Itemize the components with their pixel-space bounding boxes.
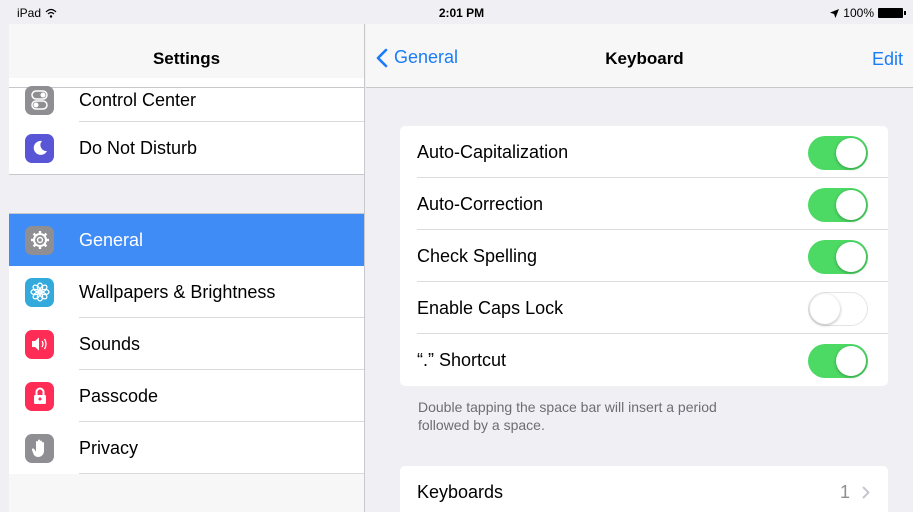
keyboards-count: 1: [839, 481, 850, 502]
toggle-row-enable-caps-lock: Enable Caps Lock: [400, 282, 888, 334]
sidebar-item-wallpapers[interactable]: Wallpapers & Brightness: [9, 266, 364, 318]
switch-knob: [836, 138, 866, 168]
sidebar-group-gap: [9, 174, 364, 214]
status-right: 100%: [830, 6, 906, 20]
sidebar-item-label: Wallpapers & Brightness: [79, 281, 276, 302]
sidebar-item-control-center[interactable]: Control Center: [9, 78, 364, 122]
keyboards-label: Keyboards: [417, 481, 504, 502]
sidebar-item-label: Control Center: [79, 89, 197, 110]
toggle-row-auto-capitalization: Auto-Capitalization: [400, 126, 888, 178]
sidebar-item-label: Passcode: [79, 385, 159, 406]
keyboards-row[interactable]: Keyboards 1: [400, 466, 888, 512]
control-center-icon: [25, 85, 54, 115]
location-arrow-icon: [830, 8, 840, 18]
chevron-right-icon: [862, 486, 870, 499]
moon-icon: [25, 133, 54, 163]
keyboard-options-group: Auto-Capitalization Auto-Correction Chec…: [400, 126, 888, 386]
sidebar-item-label: Do Not Disturb: [79, 137, 198, 158]
switch-knob: [836, 242, 866, 272]
sidebar-item-sounds[interactable]: Sounds: [9, 318, 364, 370]
sidebar-item-do-not-disturb[interactable]: Do Not Disturb: [9, 122, 364, 174]
status-time: 2:01 PM: [438, 6, 485, 20]
hand-icon: [25, 433, 54, 463]
toggle-label: Check Spelling: [417, 245, 538, 266]
sidebar-title: Settings: [152, 49, 221, 68]
battery-icon: [878, 8, 906, 18]
sidebar-item-label: General: [79, 229, 144, 250]
sidebar-list: Control Center Do Not Disturb General Wa…: [9, 78, 364, 474]
gear-icon: [25, 225, 54, 255]
toggle-row-auto-correction: Auto-Correction: [400, 178, 888, 230]
lock-icon: [25, 381, 54, 411]
keyboards-group: Keyboards 1: [400, 466, 888, 512]
settings-sidebar: Settings Control Center Do Not Disturb G…: [9, 24, 365, 512]
shortcut-footnote: Double tapping the space bar will insert…: [418, 399, 717, 433]
status-bar: iPad 2:01 PM 100%: [0, 0, 913, 24]
speaker-icon: [25, 329, 54, 359]
toggle-label: Auto-Correction: [417, 193, 544, 214]
switch-knob: [836, 346, 866, 376]
flower-icon: [25, 277, 54, 307]
period-shortcut-switch[interactable]: [808, 344, 868, 378]
toggle-label: “.” Shortcut: [417, 349, 507, 370]
auto-capitalization-switch[interactable]: [808, 136, 868, 170]
check-spelling-switch[interactable]: [808, 240, 868, 274]
battery-percent: 100%: [843, 6, 874, 20]
sidebar-item-passcode[interactable]: Passcode: [9, 370, 364, 422]
toggle-label: Enable Caps Lock: [417, 297, 564, 318]
navigation-bar: General Keyboard Edit: [366, 24, 913, 88]
switch-knob: [810, 294, 840, 324]
toggle-row-period-shortcut: “.” Shortcut: [400, 334, 888, 386]
sidebar-group-1: Control Center Do Not Disturb: [9, 78, 364, 174]
switch-knob: [836, 190, 866, 220]
auto-correction-switch[interactable]: [808, 188, 868, 222]
sidebar-item-general[interactable]: General: [9, 214, 364, 266]
sidebar-item-label: Sounds: [79, 333, 141, 354]
page-title: Keyboard: [605, 49, 684, 68]
toggle-row-check-spelling: Check Spelling: [400, 230, 888, 282]
sidebar-item-label: Privacy: [79, 437, 139, 458]
toggle-label: Auto-Capitalization: [417, 141, 569, 162]
enable-caps-lock-switch[interactable]: [808, 292, 868, 326]
edit-button[interactable]: Edit: [872, 49, 903, 70]
sidebar-group-2: General Wallpapers & Brightness Sounds P…: [9, 214, 364, 474]
keyboard-settings-pane: General Keyboard Edit Auto-Capitalizatio…: [366, 24, 913, 512]
sidebar-item-privacy[interactable]: Privacy: [9, 422, 364, 474]
